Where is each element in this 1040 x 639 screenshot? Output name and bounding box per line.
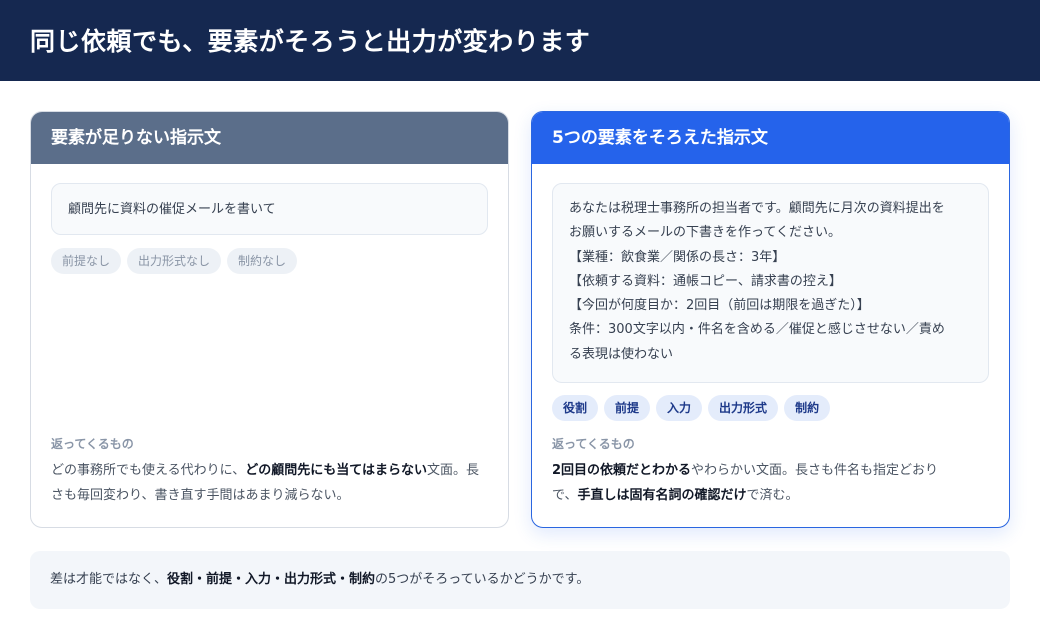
weak-prompt-text: 顧問先に資料の催促メールを書いて bbox=[68, 202, 276, 217]
page-title: 同じ依頼でも、要素がそろうと出力が変わります bbox=[30, 27, 591, 56]
strong-prompt-card-header: 5つの要素をそろえた指示文 bbox=[532, 112, 1009, 164]
weak-returns-text: どの事務所でも使える代わりに、どの顧問先にも当てはまらない文面。長さも毎回変わり… bbox=[51, 459, 491, 508]
strong-prompt-text: あなたは税理士事務所の担当者です。顧問先に月次の資料提出を お願いするメールの下… bbox=[569, 197, 979, 367]
tag-output-format: 出力形式 bbox=[708, 395, 779, 421]
tag-premise: 前提 bbox=[604, 395, 651, 421]
strong-prompt-box: あなたは税理士事務所の担当者です。顧問先に月次の資料提出を お願いするメールの下… bbox=[552, 183, 989, 383]
weak-prompt-box: 顧問先に資料の催促メールを書いて bbox=[51, 183, 488, 235]
strong-returns-mid2: で、 bbox=[552, 487, 578, 503]
weak-prompt-card-title: 要素が足りない指示文 bbox=[51, 128, 221, 148]
strong-returns-emphasis-1: 2回目の依頼だとわかる bbox=[552, 463, 692, 478]
weak-prompt-card: 要素が足りない指示文 顧問先に資料の催促メールを書いて 前提なし 出力形式なし … bbox=[30, 111, 509, 528]
weak-prompt-card-header: 要素が足りない指示文 bbox=[31, 112, 508, 164]
strong-returns-emphasis-2: 手直しは固有名詞の確認だけ bbox=[577, 487, 747, 503]
strong-prompt-card: 5つの要素をそろえた指示文 あなたは税理士事務所の担当者です。顧問先に月次の資料… bbox=[531, 111, 1010, 528]
summary-post: の5つがそろっているかどうかです。 bbox=[375, 572, 590, 587]
prompt-line-premise: 【業種：飲食業／関係の長さ：3年】 bbox=[569, 249, 786, 265]
prompt-line-role: あなたは税理士事務所の担当者です。顧問先に月次の資料提出を bbox=[569, 201, 945, 216]
prompt-line-input: 【依頼する資料：通帳コピー、請求書の控え】 bbox=[569, 273, 842, 289]
tag-no-constraints: 制約なし bbox=[227, 248, 298, 274]
tag-no-output-format: 出力形式なし bbox=[127, 248, 222, 274]
strong-prompt-tags: 役割 前提 入力 出力形式 制約 bbox=[552, 395, 831, 421]
summary-emphasis: 役割・前提・入力・出力形式・制約 bbox=[167, 572, 376, 587]
strong-prompt-card-title: 5つの要素をそろえた指示文 bbox=[552, 128, 768, 148]
summary-text: 差は才能ではなく、役割・前提・入力・出力形式・制約の5つがそろっているかどうかで… bbox=[50, 571, 589, 589]
strong-returns-mid: やわらかい文面。長さも件名も指定どおり bbox=[691, 463, 939, 478]
page-header: 同じ依頼でも、要素がそろうと出力が変わります bbox=[0, 0, 1040, 81]
summary-note: 差は才能ではなく、役割・前提・入力・出力形式・制約の5つがそろっているかどうかで… bbox=[30, 551, 1010, 609]
strong-returns-post: で済む。 bbox=[746, 487, 799, 503]
prompt-line-task: お願いするメールの下書きを作ってください。 bbox=[569, 225, 841, 241]
tag-constraints: 制約 bbox=[784, 395, 831, 421]
summary-pre: 差は才能ではなく、 bbox=[50, 572, 168, 587]
prompt-line-context: 【今回が何度目か：2回目（前回は期限を過ぎた）】 bbox=[569, 298, 870, 314]
weak-returns-label: 返ってくるもの bbox=[51, 437, 134, 451]
weak-prompt-tags: 前提なし 出力形式なし 制約なし bbox=[51, 248, 298, 274]
prompt-line-conditions: 条件：300文字以内・件名を含める／催促と感じさせない／責め bbox=[569, 322, 945, 338]
strong-returns-label: 返ってくるもの bbox=[552, 437, 635, 451]
weak-returns-emphasis: どの顧問先にも当てはまらない bbox=[245, 463, 427, 478]
tag-input: 入力 bbox=[656, 395, 703, 421]
strong-returns-text: 2回目の依頼だとわかるやわらかい文面。長さも件名も指定どおりで、手直しは固有名詞… bbox=[552, 459, 992, 508]
tag-no-premise: 前提なし bbox=[51, 248, 122, 274]
prompt-line-conditions-cont: る表現は使わない bbox=[569, 346, 674, 362]
tag-role: 役割 bbox=[552, 395, 599, 421]
weak-returns-pre: どの事務所でも使える代わりに、 bbox=[51, 463, 246, 478]
